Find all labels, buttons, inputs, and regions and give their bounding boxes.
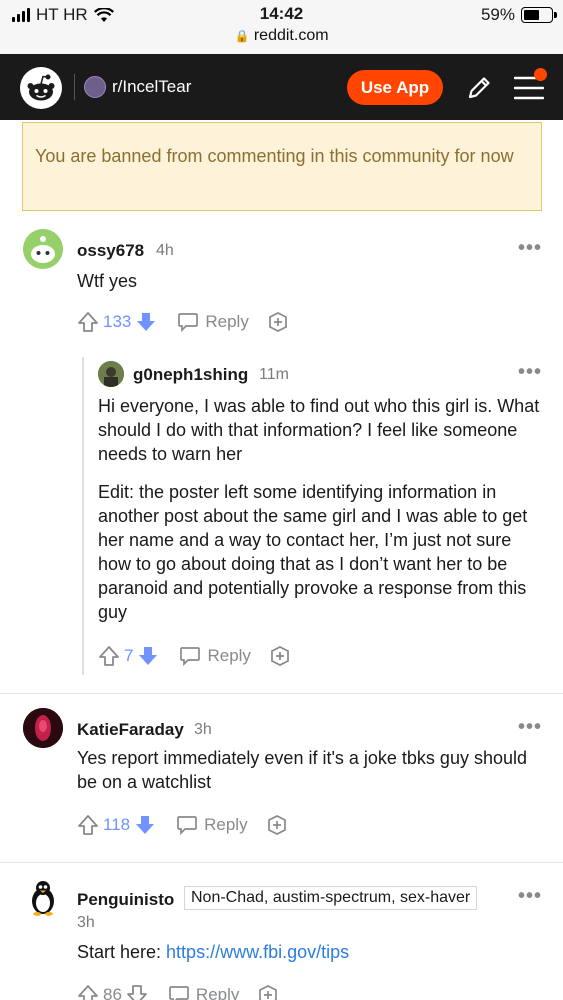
ban-notice: You are banned from commenting in this c… — [22, 122, 542, 211]
comment-age: 3h — [194, 721, 212, 738]
comment-age: 4h — [156, 242, 174, 259]
pencil-icon[interactable] — [464, 73, 494, 103]
thread-line[interactable] — [82, 357, 84, 675]
comment-actions: 7 Reply — [98, 643, 291, 669]
status-bar: HT HR 14:42 🔒 reddit.com 59% — [0, 0, 563, 54]
comment-username[interactable]: Penguinisto — [77, 890, 174, 910]
reply-label: Reply — [207, 646, 251, 665]
downvote-icon[interactable] — [126, 984, 148, 1000]
more-options-icon[interactable]: ••• — [518, 885, 542, 908]
battery-status: 59% — [480, 5, 557, 25]
url-text: reddit.com — [253, 27, 329, 44]
comment-divider — [0, 862, 563, 863]
avatar[interactable] — [98, 361, 124, 387]
comment-username[interactable]: ossy678 — [77, 241, 144, 261]
comment-username[interactable]: KatieFaraday — [77, 720, 184, 740]
clock: 14:42 — [259, 4, 304, 23]
comment-username[interactable]: g0neph1shing — [133, 365, 248, 385]
reply-button[interactable]: Reply — [168, 985, 239, 1000]
comment-actions: 86 Reply — [77, 982, 279, 1000]
more-options-icon[interactable]: ••• — [518, 237, 542, 260]
address-bar[interactable]: 🔒 reddit.com — [0, 27, 563, 45]
battery-icon — [521, 7, 557, 23]
comment-divider — [0, 693, 563, 694]
reddit-logo-icon[interactable] — [20, 67, 62, 109]
reply-label: Reply — [195, 985, 240, 1000]
header-divider — [74, 74, 75, 100]
comment-body: Yes report immediately even if it's a jo… — [77, 748, 527, 792]
vote-score: 118 — [103, 815, 131, 834]
reply-icon — [169, 986, 189, 1000]
vote-score: 86 — [103, 985, 122, 1000]
user-flair: Non-Chad, austim-spectrum, sex-haver — [184, 886, 478, 910]
reply-button[interactable]: Reply — [179, 646, 251, 666]
comment-body: Start here: https://www.fbi.gov/tips — [77, 940, 349, 964]
vote-score: 133 — [103, 312, 132, 331]
comment-body: Wtf yes — [77, 271, 138, 291]
avatar[interactable] — [23, 229, 63, 269]
avatar[interactable] — [23, 877, 63, 917]
reply-label: Reply — [204, 815, 248, 834]
comment-actions: 118 Reply — [77, 812, 288, 838]
award-icon[interactable] — [257, 984, 279, 1000]
more-options-icon[interactable]: ••• — [518, 361, 542, 384]
reply-icon — [177, 816, 197, 835]
fbi-tips-link[interactable]: https://www.fbi.gov/tips — [166, 942, 349, 962]
avatar[interactable] — [23, 708, 63, 748]
reply-button[interactable]: Reply — [177, 312, 249, 332]
downvote-icon[interactable] — [137, 645, 159, 667]
award-icon[interactable] — [267, 311, 289, 333]
use-app-button[interactable]: Use App — [347, 70, 443, 105]
comment-body-paragraph: Edit: the poster left some identifying i… — [98, 482, 528, 622]
comment-body-prefix: Start here: — [77, 942, 167, 962]
comment-age: 3h — [77, 914, 95, 931]
vote-score: 7 — [124, 646, 134, 665]
battery-percent: 59% — [480, 5, 515, 24]
reply-label: Reply — [205, 312, 249, 331]
comment-age: 11m — [259, 366, 289, 383]
reply-button[interactable]: Reply — [176, 815, 248, 835]
reddit-header: r/IncelTear Use App — [0, 54, 563, 120]
award-icon[interactable] — [269, 645, 291, 667]
downvote-icon[interactable] — [135, 311, 157, 333]
subreddit-icon[interactable] — [84, 76, 106, 98]
more-options-icon[interactable]: ••• — [518, 716, 542, 739]
downvote-icon[interactable] — [134, 814, 156, 836]
award-icon[interactable] — [266, 814, 288, 836]
comment-body-paragraph: Hi everyone, I was able to find out who … — [98, 396, 540, 464]
notification-dot — [534, 68, 547, 81]
upvote-icon[interactable] — [77, 984, 99, 1000]
upvote-icon[interactable] — [77, 311, 99, 333]
upvote-icon[interactable] — [77, 814, 99, 836]
reply-icon — [178, 313, 199, 332]
lock-icon: 🔒 — [234, 29, 250, 43]
upvote-icon[interactable] — [98, 645, 120, 667]
comment-actions: 133 Reply — [77, 309, 289, 335]
reply-icon — [180, 647, 201, 666]
subreddit-name[interactable]: r/IncelTear — [112, 77, 191, 97]
